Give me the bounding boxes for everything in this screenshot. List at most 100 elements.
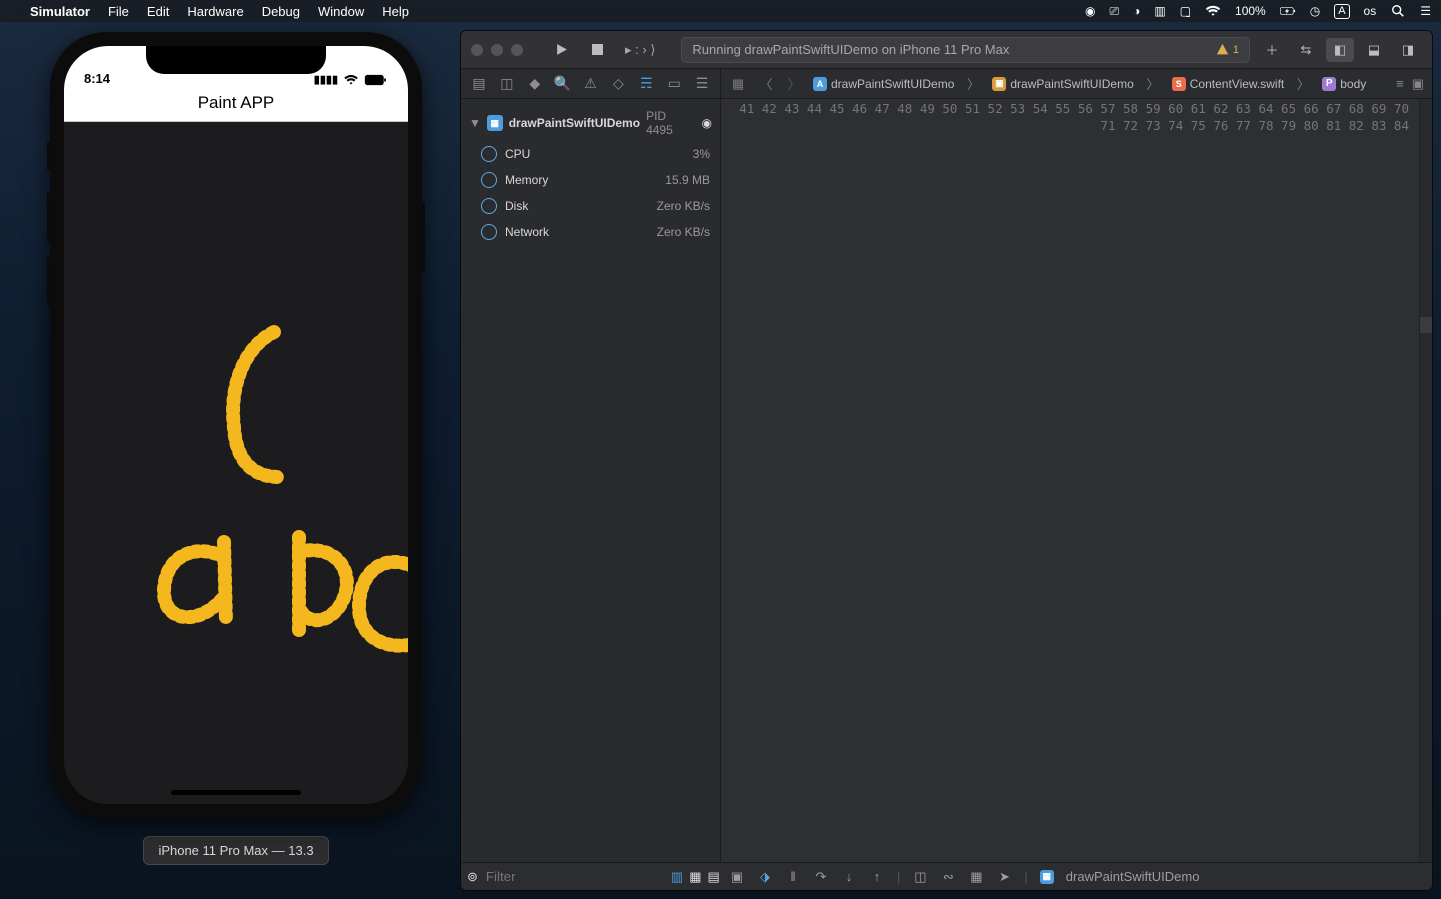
menu-file[interactable]: File [108,4,129,19]
side-button-mute [47,142,50,170]
battery-icon[interactable] [1280,4,1296,18]
warnings-count: 1 [1233,44,1239,56]
gauge-label: Memory [505,173,548,187]
menu-hardware[interactable]: Hardware [187,4,243,19]
zoom-icon[interactable] [511,44,523,56]
gauge-network[interactable]: Network Zero KB/s [461,219,720,245]
gauge-cpu[interactable]: CPU 3% [461,141,720,167]
code-review-button[interactable]: ⇆ [1292,38,1320,62]
activity-status-text: Running drawPaintSwiftUIDemo on iPhone 1… [692,42,1009,57]
menu-edit[interactable]: Edit [147,4,169,19]
scheme-selector[interactable]: ▸ : › ⟩ [619,38,661,62]
debug-target-label[interactable]: drawPaintSwiftUIDemo [1066,869,1200,884]
target-icon: ▦ [1040,870,1054,884]
xcode-toolbar: ▸ : › ⟩ Running drawPaintSwiftUIDemo on … [461,31,1432,69]
clock-icon[interactable]: ◷ [1310,4,1320,18]
debug-navigator-icon[interactable]: ☴ [634,75,658,92]
hide-debug-area-icon[interactable]: ▣ [729,869,745,885]
run-button[interactable] [547,38,575,62]
process-name: drawPaintSwiftUIDemo [509,116,640,130]
app-title-bar: Paint APP [64,90,408,122]
sidecar-icon[interactable]: ▥ [1154,4,1165,18]
breakpoint-navigator-icon[interactable]: ▭ [662,75,686,92]
editor-lines-icon[interactable]: ≡ [1396,76,1404,91]
stop-button[interactable] [583,38,611,62]
stop-record-icon[interactable]: ◉ [1085,4,1095,18]
crumb-separator: 〉 [964,74,982,93]
code-content[interactable]: @Binding var drawers: [Drawer] @Binding … [1420,99,1432,862]
gauge-disk[interactable]: Disk Zero KB/s [461,193,720,219]
warnings-badge[interactable]: 1 [1216,43,1239,56]
notification-center-icon[interactable]: ☰ [1420,4,1431,18]
camera-icon[interactable]: ⎚ [1109,4,1119,19]
menu-window[interactable]: Window [318,4,364,19]
gauge-memory[interactable]: Memory 15.9 MB [461,167,720,193]
crumb-project[interactable]: A drawPaintSwiftUIDemo [813,77,954,91]
pause-continue-icon[interactable]: ‖ [785,869,801,884]
close-icon[interactable] [471,44,483,56]
macos-menubar: Simulator File Edit Hardware Debug Windo… [0,0,1441,22]
toggle-inspector-button[interactable]: ◨ [1394,38,1422,62]
history-forward-icon[interactable]: 〉 [785,74,803,93]
spotlight-icon[interactable] [1390,4,1406,18]
add-tab-button[interactable]: ＋ [1258,38,1286,62]
step-over-icon[interactable]: ↷ [813,869,829,885]
activity-status-bar[interactable]: Running drawPaintSwiftUIDemo on iPhone 1… [681,37,1250,63]
view-debug-icon[interactable]: ◫ [912,869,928,885]
filter-scope2-icon[interactable]: ▦ [689,869,701,885]
symbol-navigator-icon[interactable]: ◆ [523,75,547,92]
step-out-icon[interactable]: ↑ [869,869,885,884]
view-process-options-icon[interactable]: ◉ [702,116,712,130]
editor-breadcrumb: ▦ 〈 〉 A drawPaintSwiftUIDemo 〉 ▣ drawPai… [721,69,1388,98]
minimize-icon[interactable] [491,44,503,56]
gauge-icon [481,224,497,240]
toggle-debug-area-button[interactable]: ⬓ [1360,38,1388,62]
filter-icon[interactable]: ⊚ [467,869,478,885]
menu-help[interactable]: Help [382,4,409,19]
folder-icon: ▣ [992,77,1006,91]
crumb-folder-label: drawPaintSwiftUIDemo [1010,77,1133,91]
related-items-icon[interactable]: ▦ [729,76,747,92]
disclosure-triangle-icon[interactable]: ▼ [469,116,481,130]
code-editor: 41 42 43 44 45 46 47 48 49 50 51 52 53 5… [721,99,1432,862]
report-navigator-icon[interactable]: ☰ [690,75,714,92]
editor-layout-icon[interactable]: ▣ [1412,76,1424,92]
history-back-icon[interactable]: 〈 [757,74,775,93]
home-indicator[interactable] [171,790,301,795]
app-icon: ▦ [487,115,503,131]
filter-scope3-icon[interactable]: ▤ [708,869,720,885]
menubar-app-name[interactable]: Simulator [30,4,90,19]
crumb-separator: 〉 [1294,74,1312,93]
step-into-icon[interactable]: ↓ [841,869,857,884]
breakpoints-toggle-icon[interactable]: ⬗ [757,869,773,885]
test-navigator-icon[interactable]: ◇ [606,75,630,92]
crumb-file[interactable]: S ContentView.swift [1172,77,1285,91]
gauge-label: CPU [505,147,530,161]
find-navigator-icon[interactable]: 🔍 [551,75,575,92]
gauge-icon [481,172,497,188]
process-row[interactable]: ▼ ▦ drawPaintSwiftUIDemo PID 4495 ◉ [461,105,720,141]
gauge-label: Disk [505,199,528,213]
environment-overrides-icon[interactable]: ▦ [968,869,984,885]
simulator-device-label[interactable]: iPhone 11 Pro Max — 13.3 [143,836,328,865]
issue-navigator-icon[interactable]: ⚠ [579,75,603,92]
menu-debug[interactable]: Debug [262,4,300,19]
paint-canvas[interactable] [64,122,408,804]
input-source-icon[interactable]: A [1334,4,1349,19]
project-navigator-icon[interactable]: ▤ [467,75,491,92]
source-control-navigator-icon[interactable]: ◫ [495,75,519,92]
crumb-folder[interactable]: ▣ drawPaintSwiftUIDemo [992,77,1133,91]
crumb-scope[interactable]: P body [1322,77,1366,91]
phone-screen[interactable]: 8:14 ▮▮▮▮ Paint APP [64,46,408,804]
location-simulate-icon[interactable]: ➤ [996,869,1012,885]
wifi-icon[interactable] [1205,4,1221,18]
memory-graph-icon[interactable]: ∾ [940,869,956,885]
filter-scope1-icon[interactable]: ▥ [671,869,683,885]
navigator-filter-input[interactable] [484,868,665,885]
toggle-navigator-button[interactable]: ◧ [1326,38,1354,62]
window-traffic-lights[interactable] [471,44,539,56]
menubar-user[interactable]: os [1364,4,1377,18]
line-number-gutter[interactable]: 41 42 43 44 45 46 47 48 49 50 51 52 53 5… [721,99,1420,862]
airplay-icon[interactable]: ▢̱ [1180,4,1191,18]
updates-icon[interactable]: ◑ [1133,4,1140,18]
